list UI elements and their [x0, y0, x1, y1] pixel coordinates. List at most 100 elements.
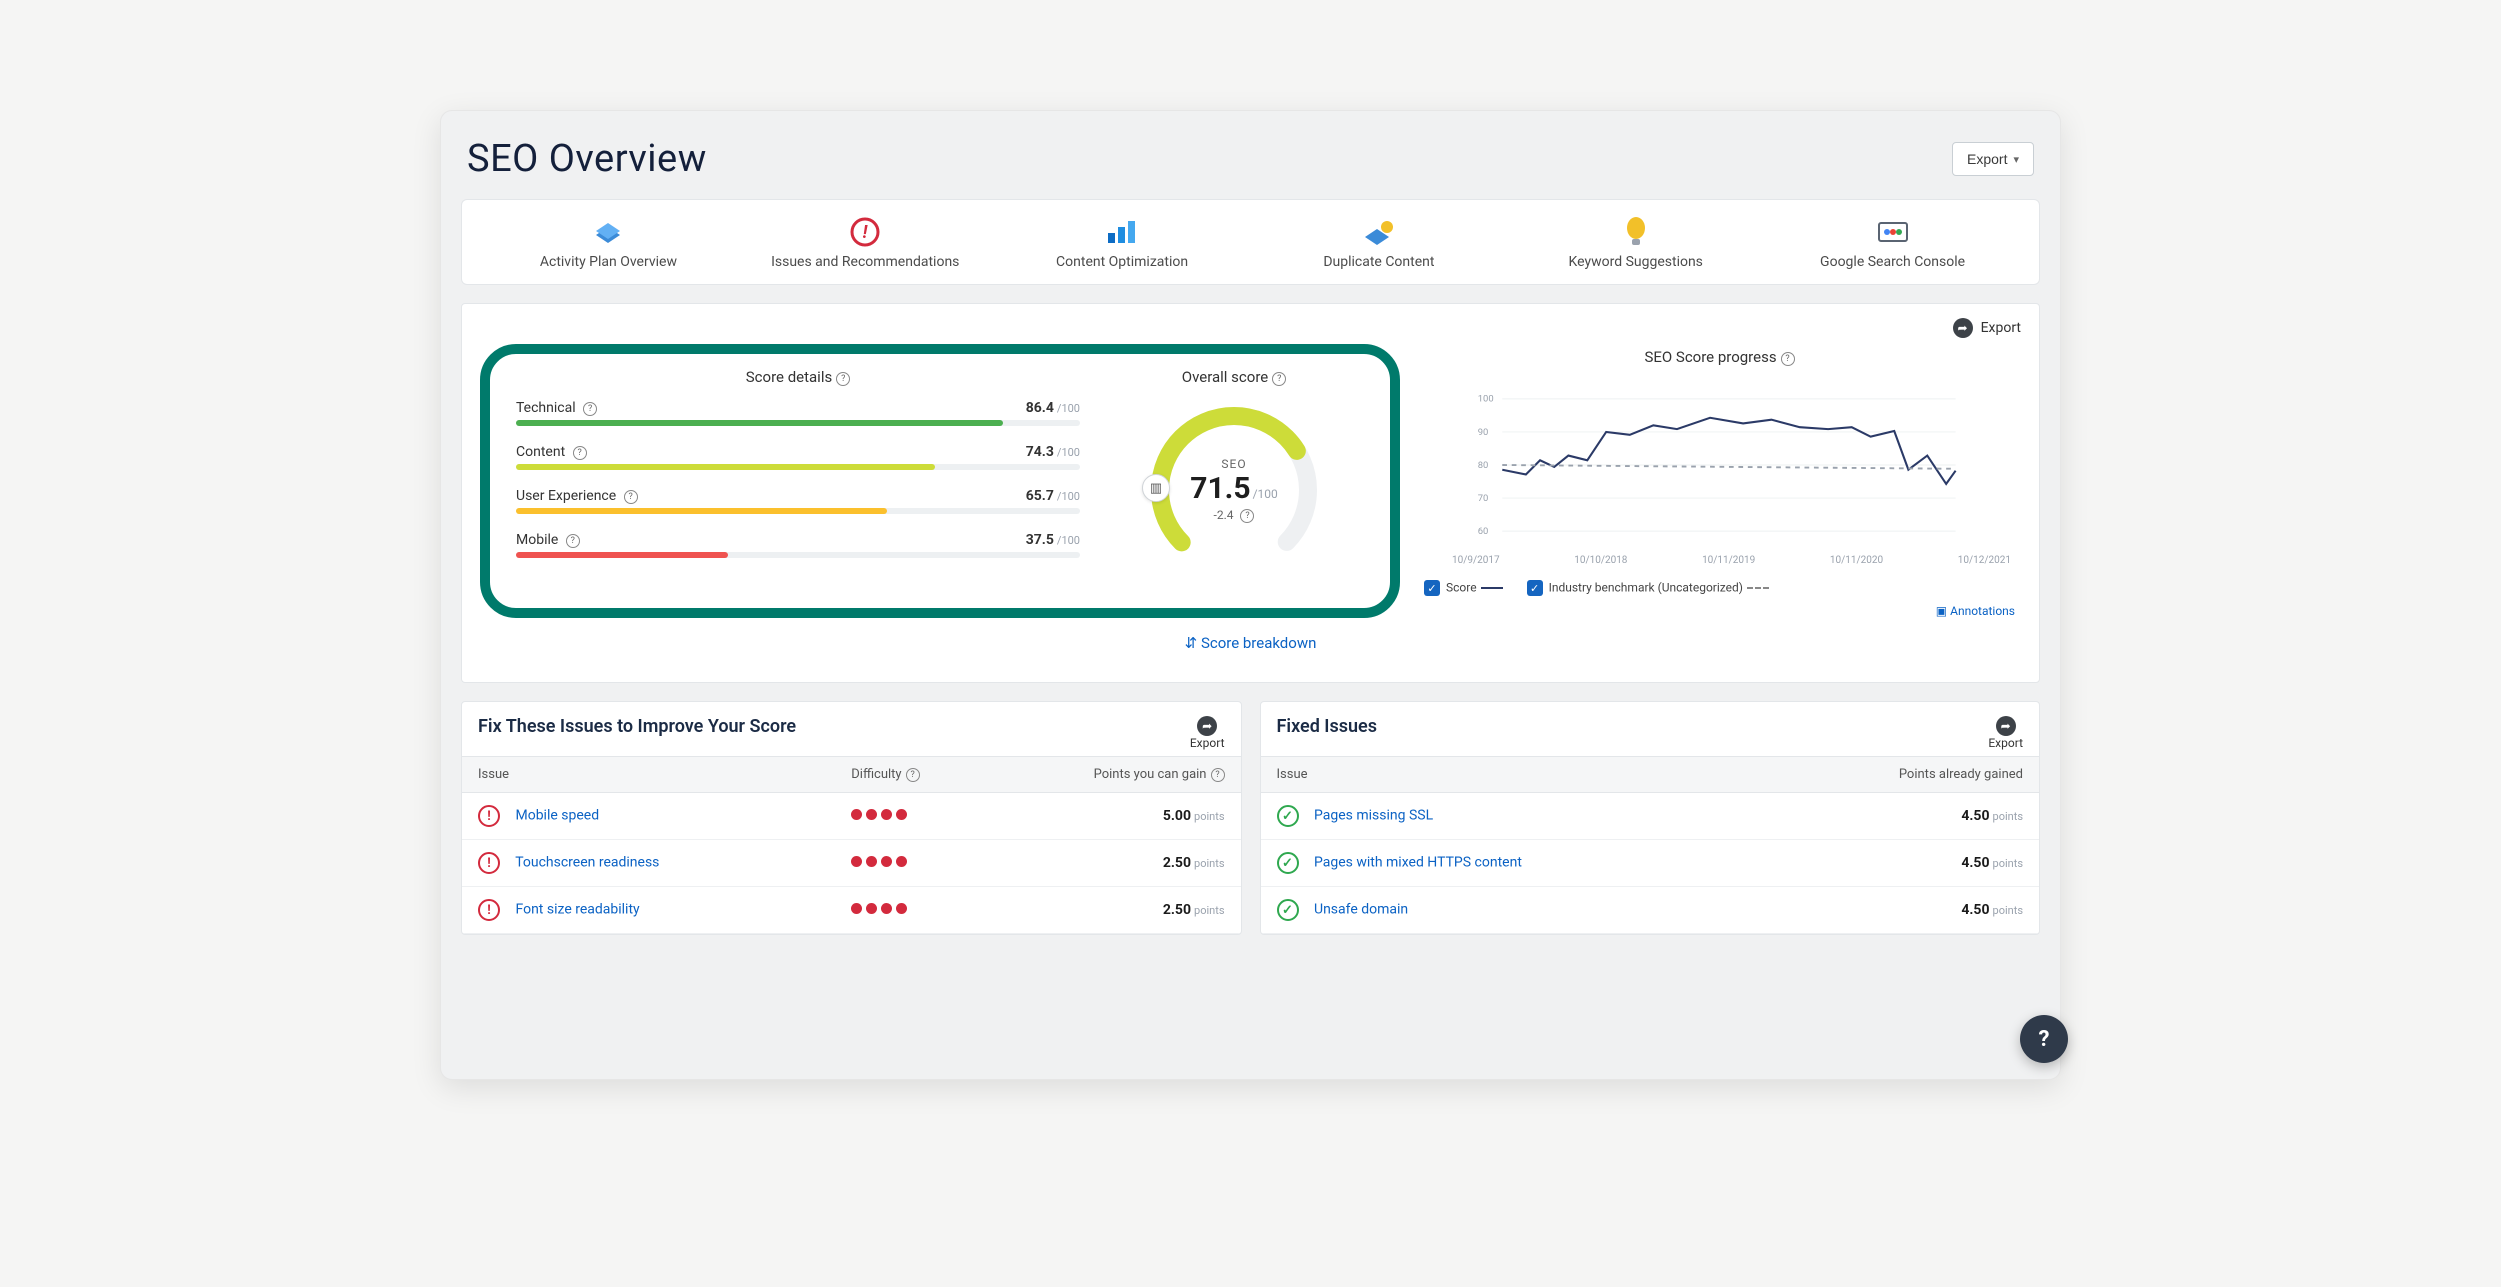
checkbox-icon[interactable]: ✓ — [1527, 580, 1543, 596]
tab-label: Issues and Recommendations — [743, 254, 988, 270]
bar-track — [516, 552, 1080, 558]
table-row: ✓ Pages missing SSL 4.50points — [1261, 793, 2040, 840]
help-icon[interactable]: ? — [836, 372, 850, 386]
help-fab-button[interactable]: ? — [2020, 1015, 2068, 1063]
export-shortcut-icon: ➦ — [1996, 716, 2016, 736]
x-axis-labels: 10/9/201710/10/201810/11/201910/11/20201… — [1424, 553, 2015, 566]
copies-icon — [1256, 214, 1501, 250]
issue-cell: ✓ Pages missing SSL — [1277, 805, 1775, 827]
help-icon[interactable]: ? — [566, 534, 580, 548]
nav-tabs: Activity Plan Overview ! Issues and Reco… — [461, 199, 2040, 285]
score-details-heading: Score details? — [516, 368, 1080, 386]
card-export[interactable]: ➦ Export — [1988, 716, 2023, 750]
table-row: ✓ Unsafe domain 4.50points — [1261, 887, 2040, 934]
annotations-link[interactable]: ▣ Annotations — [1936, 604, 2015, 618]
tab-activity-plan[interactable]: Activity Plan Overview — [480, 210, 737, 274]
fix-issues-card: Fix These Issues to Improve Your Score ➦… — [461, 701, 1242, 935]
overall-score-donut: ▥ SEO 71.5/100 -2.4 ? — [1144, 400, 1324, 580]
check-icon: ✓ — [1277, 852, 1299, 874]
svg-text:70: 70 — [1478, 493, 1489, 504]
x-tick: 10/11/2019 — [1702, 555, 1755, 566]
help-icon[interactable]: ? — [1240, 509, 1254, 523]
issue-link[interactable]: Pages missing SSL — [1314, 808, 1433, 824]
fix-title: Fix These Issues to Improve Your Score — [478, 716, 796, 737]
tab-label: Keyword Suggestions — [1513, 254, 1758, 270]
chevron-down-icon: ▾ — [2013, 153, 2019, 166]
bar-value: 65.7/100 — [1026, 488, 1080, 504]
tab-label: Duplicate Content — [1256, 254, 1501, 270]
card-export[interactable]: ➦ Export — [1190, 716, 1225, 750]
bar-track — [516, 464, 1080, 470]
tab-duplicate-content[interactable]: Duplicate Content — [1250, 210, 1507, 274]
tab-content-optimization[interactable]: Content Optimization — [994, 210, 1251, 274]
tab-issues[interactable]: ! Issues and Recommendations — [737, 210, 994, 274]
issue-link[interactable]: Touchscreen readiness — [515, 855, 659, 871]
score-highlight: Score details? Technical ? 86.4/100 Cont… — [480, 344, 1400, 618]
tab-label: Activity Plan Overview — [486, 254, 731, 270]
points-cell: 4.50points — [1774, 808, 2023, 824]
issues-icon: ! — [743, 214, 988, 250]
legend-score[interactable]: ✓Score — [1424, 580, 1503, 596]
table-row: ! Mobile speed 5.00points — [462, 793, 1241, 840]
help-icon[interactable]: ? — [624, 490, 638, 504]
bar-track — [516, 508, 1080, 514]
tab-search-console[interactable]: Google Search Console — [1764, 210, 2021, 274]
bar-label: Mobile ? — [516, 532, 580, 548]
table-row: ! Touchscreen readiness 2.50points — [462, 840, 1241, 887]
table-row: ! Font size readability 2.50points — [462, 887, 1241, 934]
export-shortcut-label[interactable]: Export — [1981, 320, 2021, 336]
breakdown-icon: ⇵ — [1185, 634, 1198, 652]
issue-cell: ✓ Pages with mixed HTTPS content — [1277, 852, 1775, 874]
benchmark-line — [1502, 465, 1955, 469]
tab-label: Google Search Console — [1770, 254, 2015, 270]
legend-benchmark[interactable]: ✓Industry benchmark (Uncategorized) — [1527, 580, 1769, 596]
help-icon[interactable]: ? — [906, 768, 920, 782]
issue-link[interactable]: Unsafe domain — [1314, 902, 1408, 918]
svg-text:!: ! — [863, 222, 869, 243]
alert-icon: ! — [478, 805, 500, 827]
svg-text:100: 100 — [1478, 394, 1494, 405]
bar-fill — [516, 420, 1003, 426]
issue-cell: ✓ Unsafe domain — [1277, 899, 1775, 921]
export-button[interactable]: Export ▾ — [1952, 142, 2034, 176]
issue-link[interactable]: Pages with mixed HTTPS content — [1314, 855, 1522, 871]
points-cell: 2.50points — [1038, 902, 1225, 918]
score-line — [1502, 418, 1955, 484]
check-icon: ✓ — [1277, 805, 1299, 827]
issue-link[interactable]: Font size readability — [515, 902, 639, 918]
checkbox-icon[interactable]: ✓ — [1424, 580, 1440, 596]
score-bar-row: Mobile ? 37.5/100 — [516, 532, 1080, 558]
bar-fill — [516, 508, 887, 514]
page-title: SEO Overview — [467, 137, 707, 181]
score-bar-row: Content ? 74.3/100 — [516, 444, 1080, 470]
help-icon[interactable]: ? — [1211, 768, 1225, 782]
x-tick: 10/10/2018 — [1574, 555, 1627, 566]
table-row: ✓ Pages with mixed HTTPS content 4.50poi… — [1261, 840, 2040, 887]
help-icon[interactable]: ? — [573, 446, 587, 460]
issue-cell: ! Mobile speed — [478, 805, 851, 827]
seo-progress-chart: 10090807060 — [1424, 380, 2015, 550]
help-icon[interactable]: ? — [1272, 372, 1286, 386]
score-breakdown-link[interactable]: ⇵ Score breakdown — [1185, 634, 1317, 652]
bars-icon — [1000, 214, 1245, 250]
overall-value: 71.5/100 — [1190, 471, 1278, 506]
tab-keyword-suggestions[interactable]: Keyword Suggestions — [1507, 210, 1764, 274]
score-bar-row: Technical ? 86.4/100 — [516, 400, 1080, 426]
export-shortcut-icon[interactable]: ➦ — [1953, 318, 1973, 338]
help-icon[interactable]: ? — [1781, 352, 1795, 366]
score-bar-row: User Experience ? 65.7/100 — [516, 488, 1080, 514]
export-shortcut-icon: ➦ — [1197, 716, 1217, 736]
svg-text:80: 80 — [1478, 460, 1489, 471]
export-label: Export — [1967, 151, 2007, 167]
difficulty-cell — [851, 902, 1038, 918]
col-points: Points you can gain? — [1038, 767, 1225, 782]
difficulty-cell — [851, 808, 1038, 824]
points-cell: 4.50points — [1774, 855, 2023, 871]
bar-fill — [516, 552, 728, 558]
issue-link[interactable]: Mobile speed — [515, 808, 599, 824]
x-tick: 10/9/2017 — [1452, 555, 1500, 566]
bar-label: Technical ? — [516, 400, 597, 416]
bar-fill — [516, 464, 935, 470]
help-icon[interactable]: ? — [583, 402, 597, 416]
fixed-title: Fixed Issues — [1277, 716, 1377, 737]
